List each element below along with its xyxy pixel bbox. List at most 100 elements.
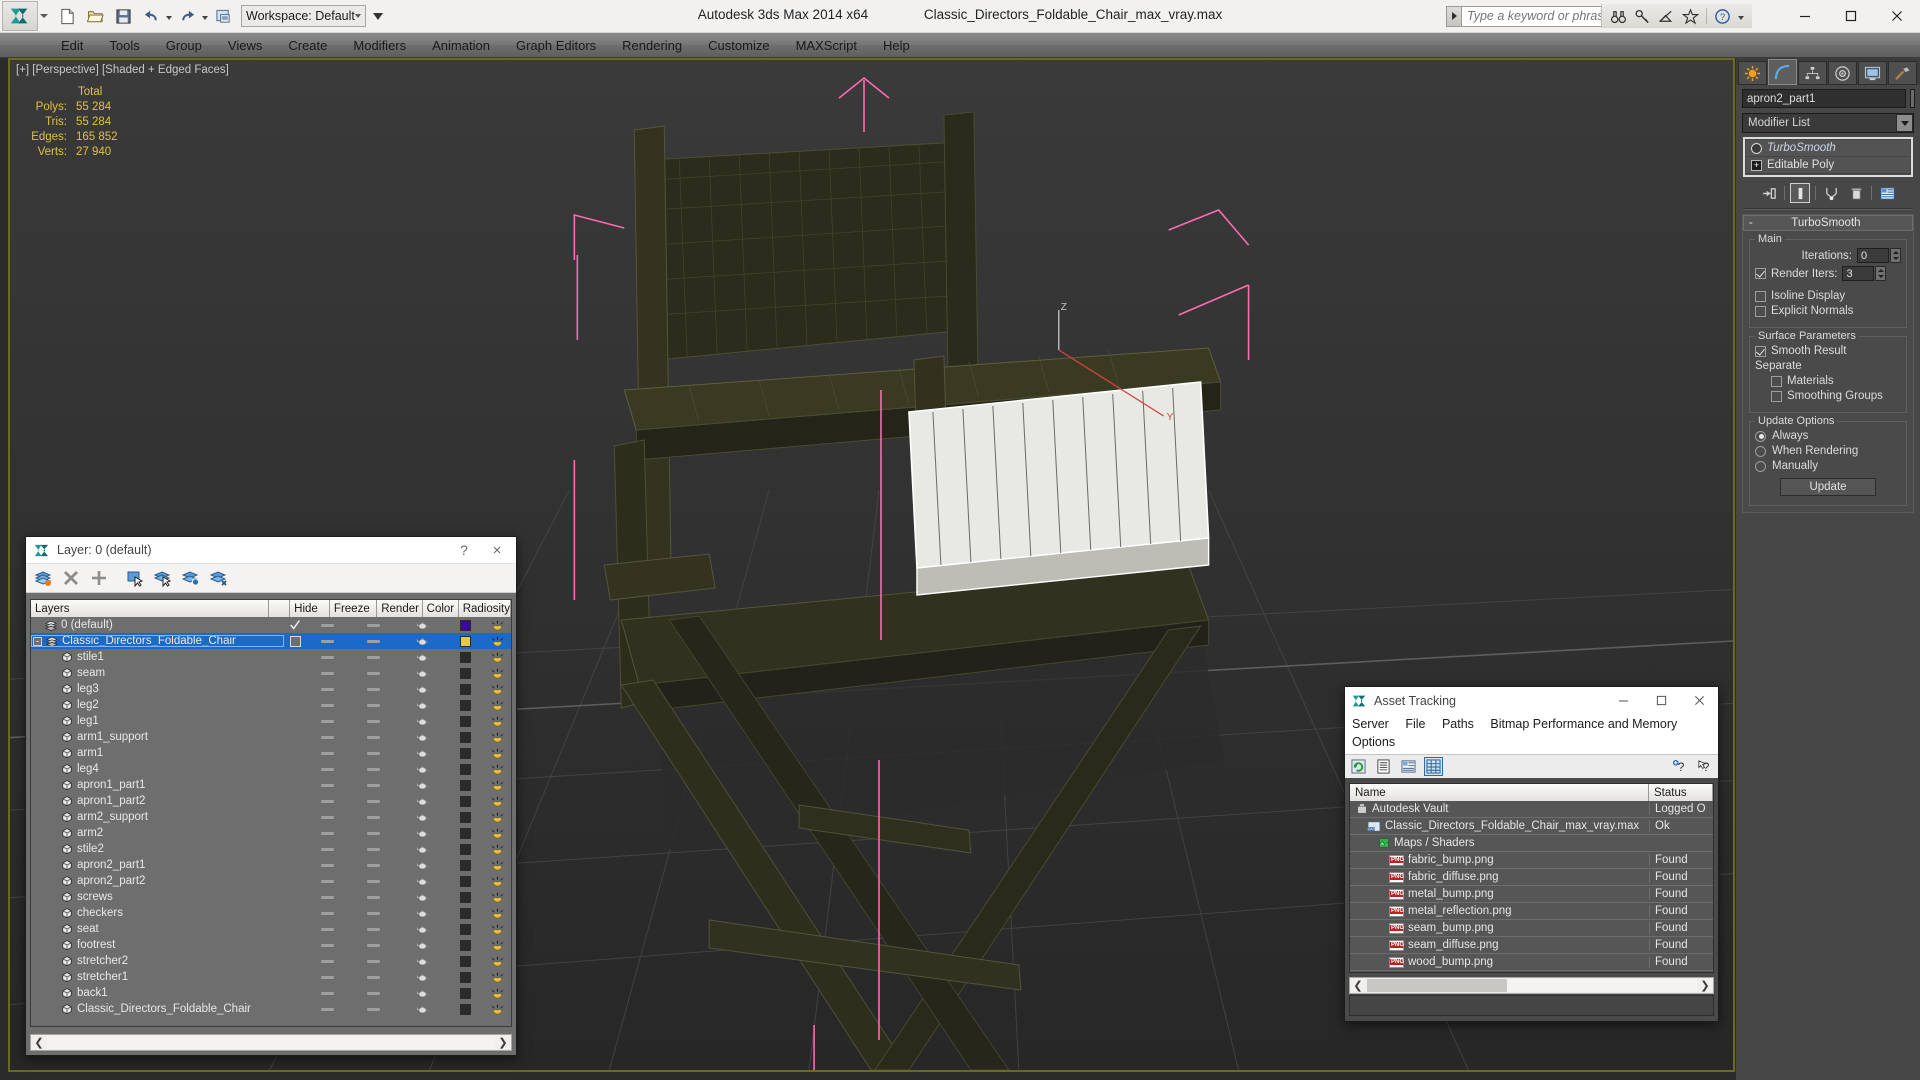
layer-color-cell[interactable] <box>446 921 484 937</box>
iterations-spinner[interactable] <box>1890 248 1901 263</box>
layer-hide-cell[interactable] <box>306 1001 348 1017</box>
column-header-render[interactable]: Render <box>377 600 423 617</box>
layer-row[interactable]: leg1 <box>31 713 511 729</box>
layer-radiosity-cell[interactable] <box>484 809 511 825</box>
layer-name-cell[interactable]: arm1 <box>31 747 284 759</box>
layer-active-cell[interactable] <box>284 809 306 825</box>
help-add-button[interactable]: ? <box>1670 757 1689 776</box>
layer-name-cell[interactable]: leg2 <box>31 699 284 711</box>
configure-modifier-sets-button[interactable] <box>1877 183 1897 203</box>
redo-dropdown-caret-icon[interactable] <box>202 16 208 20</box>
workspace-selector[interactable]: Workspace: Default <box>241 5 366 27</box>
asset-row[interactable]: PNG fabric_bump.png Found <box>1350 852 1713 869</box>
asset-menu-options[interactable]: Options <box>1352 735 1395 749</box>
layer-freeze-cell[interactable] <box>348 729 398 745</box>
layer-active-cell[interactable] <box>284 841 306 857</box>
column-header-hide[interactable]: Hide <box>290 600 330 617</box>
layer-freeze-cell[interactable] <box>348 617 398 633</box>
scroll-right-icon[interactable]: ❯ <box>495 1036 511 1049</box>
layer-radiosity-cell[interactable] <box>484 841 511 857</box>
layer-color-cell[interactable] <box>446 841 484 857</box>
layer-freeze-cell[interactable] <box>348 777 398 793</box>
layer-name-cell[interactable]: footrest <box>31 939 284 951</box>
layer-name-cell[interactable]: screws <box>31 891 284 903</box>
layer-active-cell[interactable] <box>284 681 306 697</box>
layer-name-cell[interactable]: arm2 <box>31 827 284 839</box>
layer-hide-cell[interactable] <box>306 745 348 761</box>
menu-item-modifiers[interactable]: Modifiers <box>340 35 419 56</box>
layer-active-cell[interactable] <box>284 825 306 841</box>
satellite-dish-icon[interactable] <box>1658 8 1675 25</box>
layer-active-cell[interactable] <box>284 729 306 745</box>
layer-radiosity-cell[interactable] <box>484 953 511 969</box>
layer-color-cell[interactable] <box>446 905 484 921</box>
layer-color-cell[interactable] <box>446 697 484 713</box>
layer-render-cell[interactable] <box>398 777 446 793</box>
layer-freeze-cell[interactable] <box>348 921 398 937</box>
render-iters-spinner[interactable] <box>1875 266 1887 281</box>
layer-horizontal-scrollbar[interactable]: ❮ ❯ <box>30 1034 512 1051</box>
layer-name-cell[interactable]: 0 (default) <box>31 619 284 631</box>
column-header-color[interactable]: Color <box>422 600 459 617</box>
layer-name-cell[interactable]: arm2_support <box>31 811 284 823</box>
layer-freeze-cell[interactable] <box>348 745 398 761</box>
layer-render-cell[interactable] <box>398 825 446 841</box>
layer-help-button[interactable]: ? <box>448 542 480 558</box>
layer-row[interactable]: footrest <box>31 937 511 953</box>
layer-active-cell[interactable] <box>284 953 306 969</box>
layer-name-cell[interactable]: seam <box>31 667 284 679</box>
layer-name-cell[interactable]: stretcher1 <box>31 971 284 983</box>
separate-materials-checkbox[interactable] <box>1771 375 1782 387</box>
binoculars-icon[interactable] <box>1610 8 1627 25</box>
layer-active-cell[interactable] <box>284 713 306 729</box>
update-button[interactable]: Update <box>1780 478 1876 496</box>
minimize-button[interactable] <box>1782 0 1828 32</box>
asset-name-cell[interactable]: PNG metal_reflection.png <box>1350 905 1649 917</box>
layer-row[interactable]: - Classic_Directors_Foldable_Chair <box>31 633 511 649</box>
modifier-stack[interactable]: TurboSmooth + Editable Poly <box>1743 137 1913 177</box>
layer-active-cell[interactable] <box>284 1001 306 1017</box>
modifier-list-caret-icon[interactable] <box>1896 114 1913 132</box>
layer-render-cell[interactable] <box>398 697 446 713</box>
asset-name-cell[interactable]: Maps / Shaders <box>1350 837 1649 849</box>
column-header-active[interactable] <box>269 600 291 617</box>
update-always-row[interactable]: Always <box>1755 430 1901 442</box>
help-dropdown-caret-icon[interactable] <box>1738 16 1744 20</box>
undo-dropdown-caret-icon[interactable] <box>166 16 172 20</box>
tab-hierarchy[interactable] <box>1798 61 1827 85</box>
layer-row[interactable]: seat <box>31 921 511 937</box>
layer-freeze-cell[interactable] <box>348 937 398 953</box>
layer-color-swatch[interactable] <box>459 651 471 663</box>
update-when-rendering-radio[interactable] <box>1755 445 1766 457</box>
layer-hide-cell[interactable] <box>306 617 348 633</box>
layer-color-swatch[interactable] <box>459 955 471 967</box>
layer-freeze-cell[interactable] <box>348 969 398 985</box>
layer-freeze-cell[interactable] <box>348 1001 398 1017</box>
table-view-button[interactable] <box>1424 757 1443 777</box>
asset-list[interactable]: Name Status Autodesk Vault Logged O MAX Cla… <box>1349 783 1714 973</box>
undo-button[interactable] <box>138 4 164 28</box>
layer-color-cell[interactable] <box>446 713 484 729</box>
asset-row[interactable]: PNG seam_diffuse.png Found <box>1350 937 1713 954</box>
layer-freeze-cell[interactable] <box>348 905 398 921</box>
search-input[interactable] <box>1462 5 1620 27</box>
pin-stack-button[interactable] <box>1759 183 1779 203</box>
layer-color-swatch[interactable] <box>459 795 471 807</box>
layer-render-cell[interactable] <box>398 793 446 809</box>
asset-minimize-button[interactable] <box>1604 687 1642 714</box>
layer-hide-cell[interactable] <box>306 889 348 905</box>
layer-row[interactable]: leg4 <box>31 761 511 777</box>
layer-color-cell[interactable] <box>446 1001 484 1017</box>
modifier-list-dropdown[interactable]: Modifier List <box>1742 113 1914 133</box>
layer-radiosity-cell[interactable] <box>484 633 511 649</box>
collapse-minus-icon[interactable]: - <box>1749 217 1753 229</box>
layer-freeze-cell[interactable] <box>348 681 398 697</box>
layer-name-cell[interactable]: apron1_part2 <box>31 795 284 807</box>
close-button[interactable] <box>1874 0 1920 32</box>
layer-hide-cell[interactable] <box>306 681 348 697</box>
layer-name-cell[interactable]: apron2_part2 <box>31 875 284 887</box>
selected-object-apron2-part1[interactable] <box>908 381 1210 596</box>
menu-item-views[interactable]: Views <box>215 35 275 56</box>
layer-radiosity-cell[interactable] <box>484 681 511 697</box>
layer-render-cell[interactable] <box>398 969 446 985</box>
